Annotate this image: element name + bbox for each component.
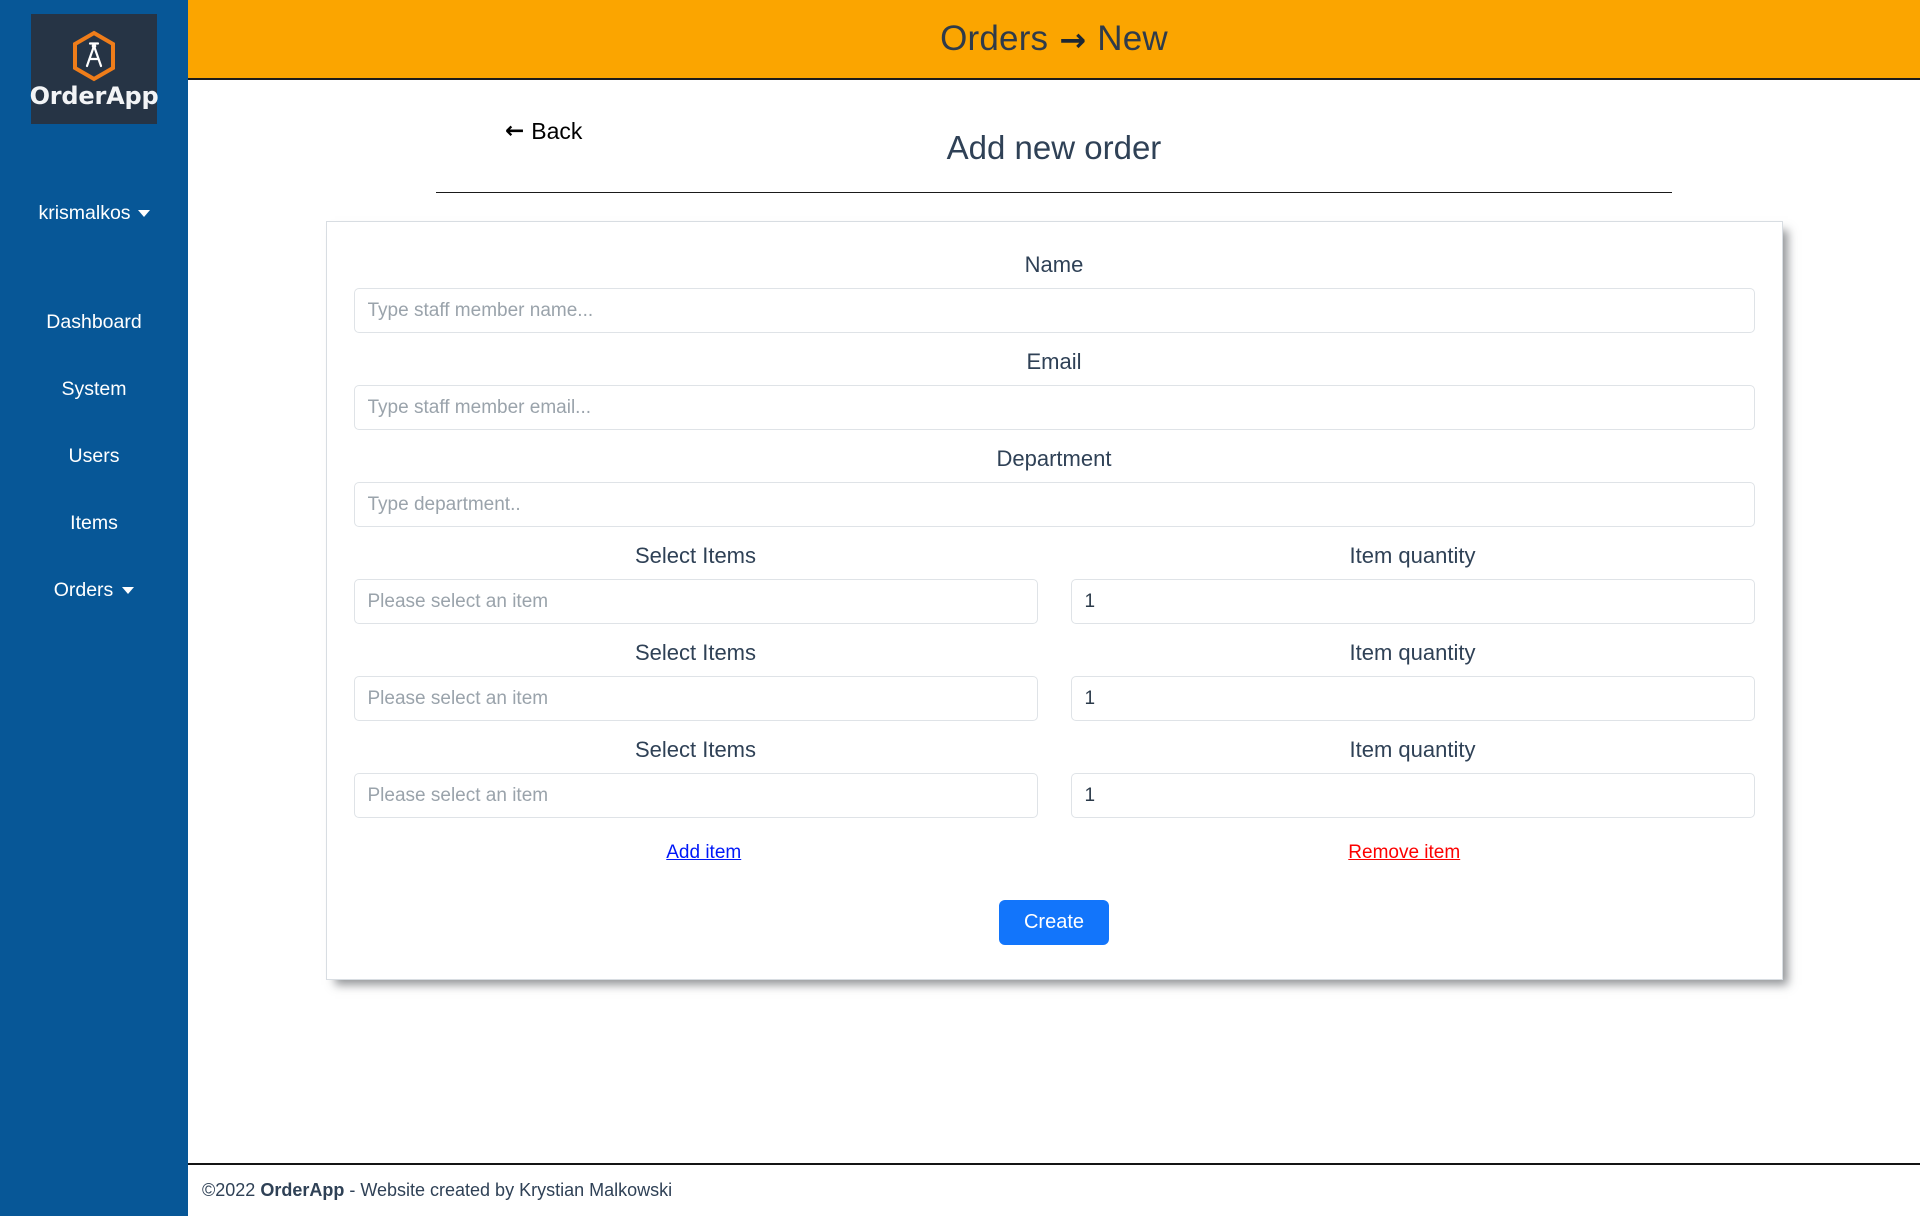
sidebar-item-orders[interactable]: Orders <box>54 579 135 602</box>
item-select-col: Select Items <box>353 624 1038 721</box>
field-email: Email <box>339 349 1770 430</box>
field-name: Name <box>339 252 1770 333</box>
main-column: Orders → New ← Back Add new order Name T… <box>188 0 1920 1216</box>
department-label: Department <box>996 446 1112 471</box>
sidebar-item-users[interactable]: Users <box>69 445 120 468</box>
item-select-input[interactable] <box>353 773 1038 818</box>
hexagon-compass-icon <box>70 30 118 82</box>
email-input[interactable] <box>353 385 1755 430</box>
item-select-input[interactable] <box>353 579 1038 624</box>
sidebar-user-dropdown[interactable]: krismalkos <box>38 202 150 225</box>
select-items-label: Select Items <box>634 737 757 762</box>
item-quantity-label: Item quantity <box>1349 640 1476 665</box>
footer-copyright: ©2022 <box>202 1180 261 1200</box>
item-quantity-col: Item quantity <box>1070 527 1755 624</box>
footer-tail: - Website created by Krystian Malkowski <box>344 1180 673 1200</box>
select-items-label: Select Items <box>634 640 757 665</box>
item-quantity-col: Item quantity <box>1070 624 1755 721</box>
top-header-bar: Orders → New <box>188 0 1920 80</box>
chevron-down-icon <box>122 587 135 594</box>
sidebar-item-items[interactable]: Items <box>70 512 118 535</box>
item-quantity-col: Item quantity <box>1070 721 1755 818</box>
sidebar-item-label: System <box>61 378 127 400</box>
order-form-card: Name Email Department <box>325 221 1783 980</box>
form-card-wrapper: Name Email Department <box>248 193 1860 980</box>
sidebar-item-system[interactable]: System <box>61 378 126 401</box>
sidebar-item-label: Users <box>68 445 120 467</box>
item-quantity-input[interactable] <box>1070 773 1755 818</box>
email-label: Email <box>1026 349 1082 374</box>
sidebar-item-dashboard[interactable]: Dashboard <box>46 311 141 334</box>
arrow-right-icon: → <box>1059 21 1087 59</box>
sidebar-nav: Dashboard System Users Items Orders <box>0 311 188 602</box>
item-quantity-input[interactable] <box>1070 579 1755 624</box>
page-content: ← Back Add new order Name Email <box>188 80 1920 1163</box>
item-row: Select Items Item quantity <box>339 721 1770 818</box>
item-actions-row: Add item Remove item <box>339 842 1770 864</box>
item-row: Select Items Item quantity <box>339 527 1770 624</box>
page-footer: ©2022 OrderApp - Website created by Krys… <box>188 1163 1920 1216</box>
item-quantity-label: Item quantity <box>1349 737 1476 762</box>
field-department: Department <box>339 446 1770 527</box>
item-quantity-input[interactable] <box>1070 676 1755 721</box>
name-input[interactable] <box>353 288 1755 333</box>
item-quantity-label: Item quantity <box>1349 543 1476 568</box>
page-header-row: ← Back Add new order <box>248 80 1860 192</box>
item-select-col: Select Items <box>353 527 1038 624</box>
sidebar: OrderApp krismalkos Dashboard System Use… <box>0 0 188 1216</box>
select-items-label: Select Items <box>634 543 757 568</box>
add-item-link[interactable]: Add item <box>666 842 741 863</box>
department-input[interactable] <box>353 482 1755 527</box>
remove-item-col: Remove item <box>1054 842 1755 864</box>
sidebar-item-label: Dashboard <box>46 311 142 333</box>
create-button[interactable]: Create <box>998 900 1110 945</box>
sidebar-item-label: Items <box>70 512 118 534</box>
submit-row: Create <box>339 900 1770 945</box>
app-logo[interactable]: OrderApp <box>29 14 159 124</box>
breadcrumb-parent: Orders <box>940 19 1049 58</box>
chevron-down-icon <box>137 210 150 217</box>
logo-text: OrderApp <box>29 82 159 110</box>
item-select-input[interactable] <box>353 676 1038 721</box>
breadcrumb: Orders → New <box>940 19 1168 59</box>
sidebar-user-label: krismalkos <box>38 202 131 224</box>
name-label: Name <box>1024 252 1084 277</box>
page-title: Add new order <box>946 129 1162 166</box>
item-select-col: Select Items <box>353 721 1038 818</box>
footer-brand: OrderApp <box>260 1180 345 1200</box>
footer-text: ©2022 OrderApp - Website created by Krys… <box>202 1180 672 1201</box>
breadcrumb-current: New <box>1097 19 1168 58</box>
remove-item-link[interactable]: Remove item <box>1348 842 1460 863</box>
app-root: OrderApp krismalkos Dashboard System Use… <box>0 0 1920 1216</box>
sidebar-item-label: Orders <box>53 579 114 601</box>
item-row: Select Items Item quantity <box>339 624 1770 721</box>
add-item-col: Add item <box>354 842 1055 864</box>
